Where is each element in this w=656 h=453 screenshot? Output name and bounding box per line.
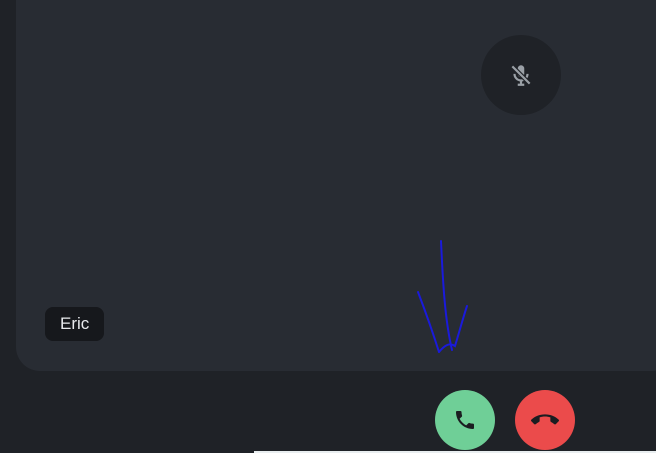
phone-hangup-icon bbox=[531, 414, 559, 425]
participant-name-tag: Eric bbox=[45, 307, 105, 341]
microphone-off-icon bbox=[510, 64, 532, 86]
decline-call-button[interactable] bbox=[515, 390, 575, 450]
incoming-call-screen: Eric bbox=[0, 0, 656, 453]
participant-video-tile bbox=[16, 0, 656, 371]
phone-icon bbox=[456, 411, 474, 429]
mute-indicator bbox=[481, 35, 561, 115]
accept-call-button[interactable] bbox=[435, 390, 495, 450]
